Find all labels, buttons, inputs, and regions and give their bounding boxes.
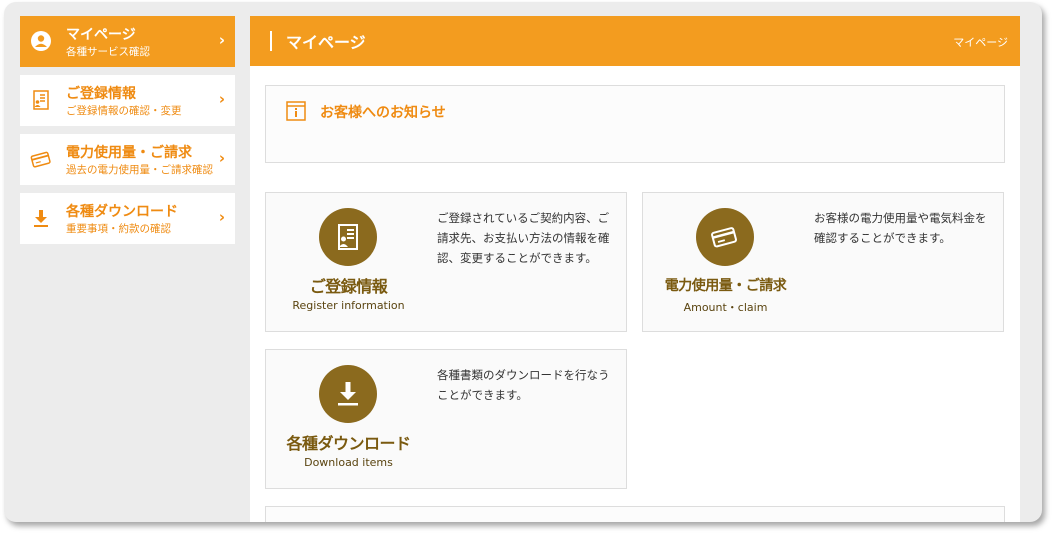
main-content: マイページ マイページ お客様へのお知らせ ご登録情報 Register inf… [250,16,1020,522]
sidebar-item-mypage[interactable]: マイページ 各種サービス確認 › [20,16,235,67]
card-description: ご登録されているご契約内容、ご請求先、お支払い方法の情報を確認、変更することがで… [437,211,610,265]
notice-panel: お客様へのお知らせ [265,85,1005,163]
app-frame: マイページ 各種サービス確認 › ご登録情報 ご登録情報の確認・変更 › 電力使… [4,2,1042,522]
user-circle-icon [31,31,51,51]
sidebar-item-downloads[interactable]: 各種ダウンロード 重要事項・約款の確認 › [20,193,235,244]
sidebar-item-subtitle: ご登録情報の確認・変更 [66,105,182,117]
bottom-panel [265,506,1005,522]
page-title: マイページ [286,33,366,52]
card-title: 各種ダウンロード [286,434,411,453]
card-subtitle: Download items [304,456,393,469]
sidebar: マイページ 各種サービス確認 › ご登録情報 ご登録情報の確認・変更 › 電力使… [20,16,235,252]
sidebar-item-subtitle: 重要事項・約款の確認 [66,223,171,235]
card-icon-circle [319,208,377,266]
document-icon [338,224,358,250]
chevron-right-icon: › [218,149,225,167]
notice-title: お客様へのお知らせ [320,105,446,121]
card-icon [30,151,51,168]
sidebar-item-title: 各種ダウンロード [66,204,178,220]
card-icon-circle [696,208,754,266]
download-icon [34,210,48,227]
card-icon-circle [319,365,377,423]
card-title: ご登録情報 [309,277,388,296]
document-icon [33,90,49,110]
card-subtitle: Register information [292,299,405,312]
card-icon [711,227,738,248]
card-description: お客様の電力使用量や電気料金を確認することができます。 [814,211,987,245]
card-subtitle: Amount・claim [683,301,768,314]
card-usage-billing[interactable]: 電力使用量・ご請求 Amount・claim お客様の電力使用量や電気料金を確認… [642,192,1004,332]
sidebar-item-title: 電力使用量・ご請求 [66,145,192,161]
sidebar-item-registration[interactable]: ご登録情報 ご登録情報の確認・変更 › [20,75,235,126]
sidebar-item-subtitle: 各種サービス確認 [66,46,150,58]
sidebar-item-subtitle: 過去の電力使用量・ご請求確認 [66,164,213,176]
card-downloads[interactable]: 各種ダウンロード Download items 各種書類のダウンロードを行なうこ… [265,349,627,489]
info-icon [286,101,306,121]
chevron-right-icon: › [218,208,225,226]
card-description: 各種書類のダウンロードを行なうことができます。 [437,368,610,402]
card-registration[interactable]: ご登録情報 Register information ご登録されているご契約内容… [265,192,627,332]
sidebar-item-title: ご登録情報 [66,86,136,102]
chevron-right-icon: › [218,31,225,49]
card-title: 電力使用量・ご請求 [664,278,787,294]
header-accent-bar [270,31,272,51]
chevron-right-icon: › [218,90,225,108]
download-icon [338,382,358,406]
sidebar-item-usage-billing[interactable]: 電力使用量・ご請求 過去の電力使用量・ご請求確認 › [20,134,235,185]
sidebar-item-title: マイページ [66,27,136,43]
breadcrumb[interactable]: マイページ [953,34,1008,50]
page-header: マイページ マイページ [250,16,1020,66]
